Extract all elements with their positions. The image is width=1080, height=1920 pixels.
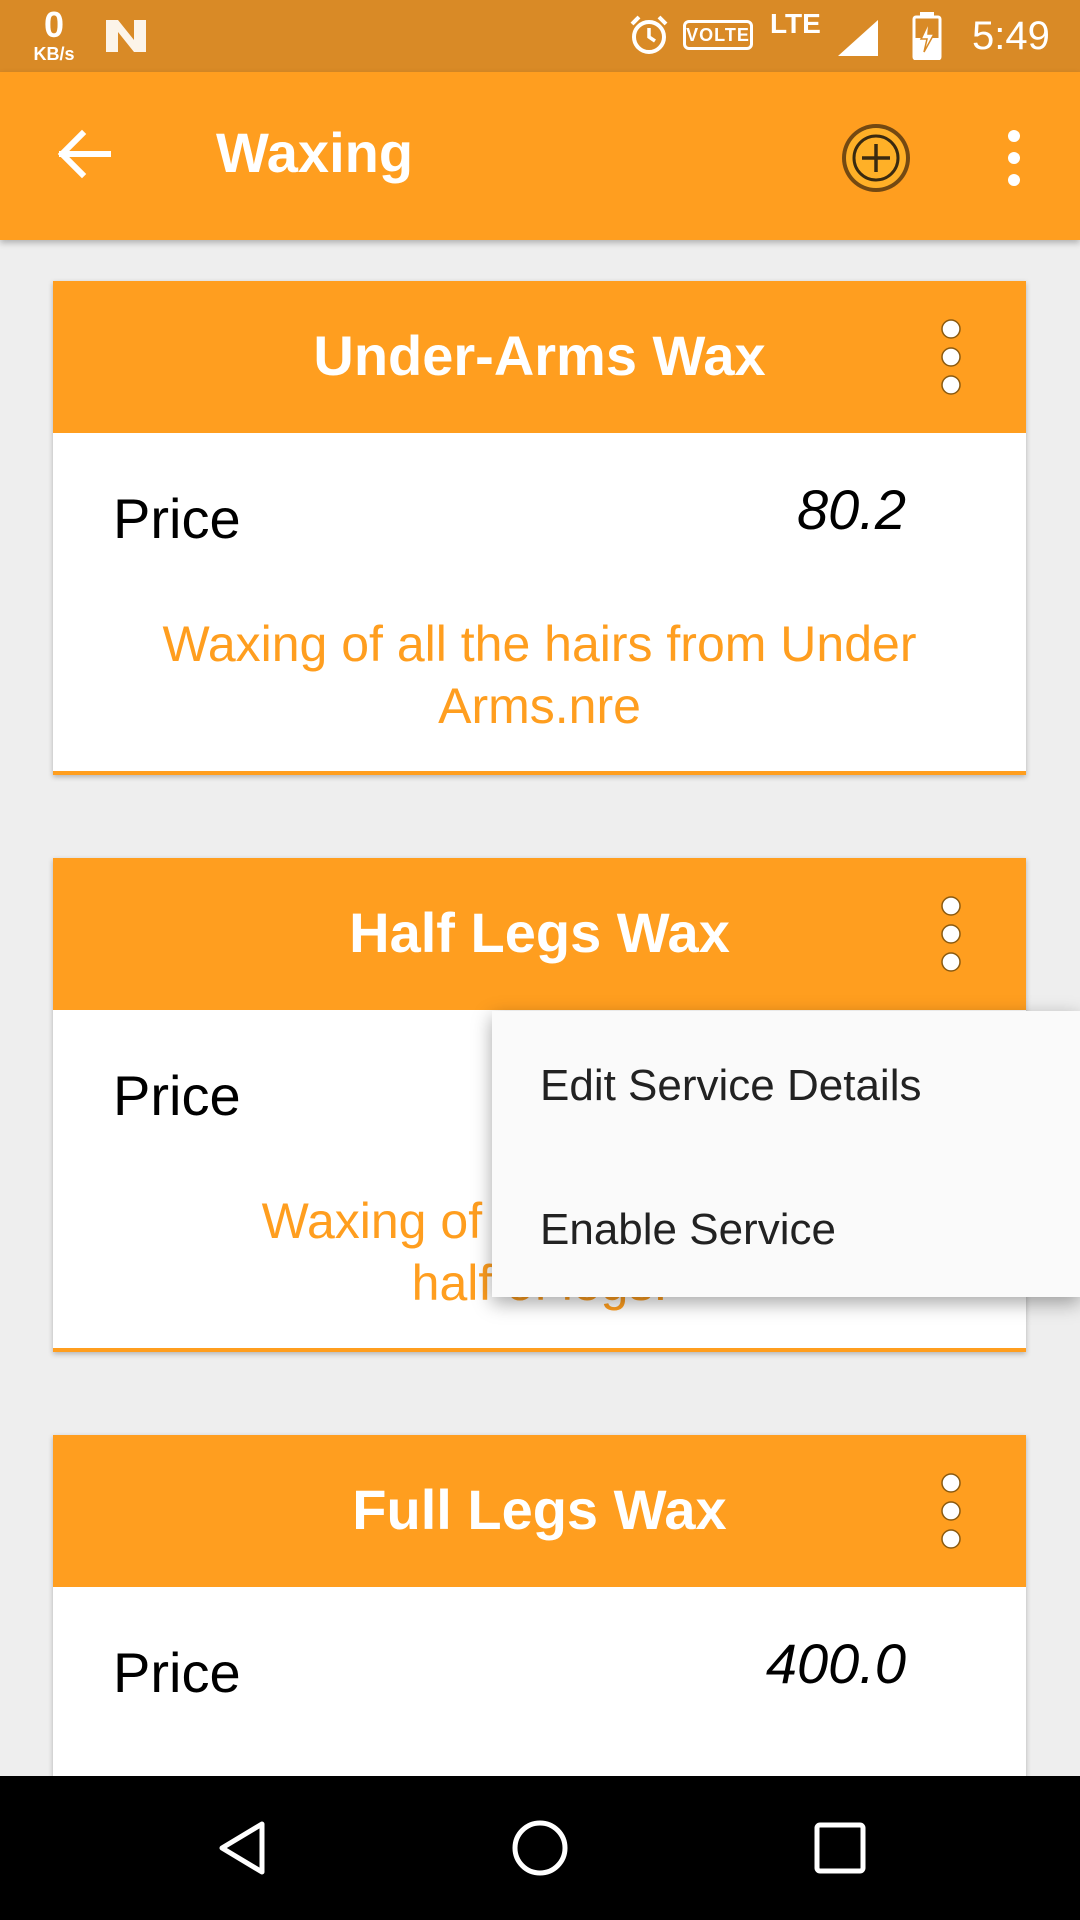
price-label: Price [113, 1064, 241, 1127]
card-more-icon[interactable] [933, 1471, 969, 1551]
page-title: Waxing [216, 121, 414, 184]
service-card-header: Under-Arms Wax [53, 281, 1026, 433]
service-title: Half Legs Wax [349, 901, 730, 964]
service-description: Waxing of all the hairs from Under Arms.… [162, 616, 917, 734]
nav-home-icon[interactable] [510, 1818, 570, 1878]
menu-item-edit-service-details[interactable]: Edit Service Details [540, 1061, 921, 1111]
service-title: Full Legs Wax [352, 1478, 727, 1541]
navigation-bar [0, 1776, 1080, 1920]
signal-icon [838, 20, 878, 56]
service-title: Under-Arms Wax [313, 324, 766, 387]
app-bar: Waxing [0, 72, 1080, 240]
nav-recents-icon[interactable] [812, 1820, 868, 1876]
clock: 5:49 [972, 14, 1050, 58]
network-speed-value: 0 [43, 4, 65, 45]
network-speed: 0 KB/s [26, 4, 82, 65]
popup-menu: Edit Service Details Enable Service [492, 1011, 1080, 1297]
network-type: LTE [770, 8, 821, 39]
add-circle-icon[interactable] [840, 122, 912, 194]
price-label: Price [113, 1641, 241, 1704]
service-card-header: Half Legs Wax [53, 858, 1026, 1010]
status-bar: 0 KB/s VOLTE LTE 5:49 [0, 0, 1080, 72]
price-value: 80.2 [797, 478, 906, 541]
card-more-icon[interactable] [933, 317, 969, 397]
service-card[interactable]: Under-Arms Wax Price 80.2 Waxing of all … [53, 281, 1026, 775]
card-more-icon[interactable] [933, 894, 969, 974]
price-label: Price [113, 487, 241, 550]
menu-item-enable-service[interactable]: Enable Service [540, 1205, 836, 1255]
volte-badge: VOLTE [683, 20, 753, 50]
nav-back-icon[interactable] [212, 1818, 272, 1878]
n-logo-icon [106, 20, 146, 52]
alarm-icon [630, 15, 668, 54]
service-card-header: Full Legs Wax [53, 1435, 1026, 1587]
network-speed-unit: KB/s [33, 44, 75, 64]
price-value: 400.0 [765, 1632, 906, 1695]
battery-charging-icon [912, 12, 942, 60]
back-arrow-icon[interactable] [54, 124, 114, 184]
more-vert-icon[interactable] [996, 126, 1032, 190]
